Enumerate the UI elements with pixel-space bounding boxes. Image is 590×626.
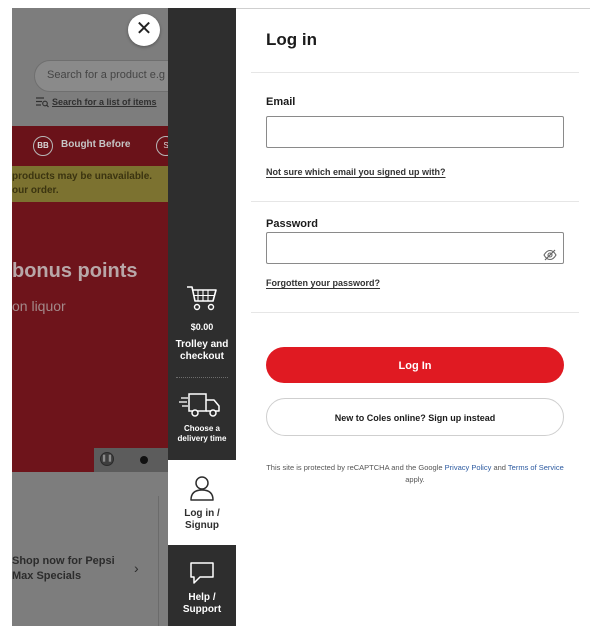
- bg-warning-line2: our order.: [12, 185, 59, 196]
- bg-search-placeholder: Search for a product e.g: [47, 69, 166, 81]
- delivery-truck-icon: [179, 393, 220, 417]
- background-page: Search for a product e.g Search for a li…: [12, 8, 168, 626]
- pause-icon: ❚❚: [100, 452, 114, 466]
- login-label-line1: Log in /: [184, 508, 220, 519]
- nav-badge-2: S: [156, 136, 168, 156]
- bg-warning-banner: products may be unavailable. our order.: [12, 166, 168, 202]
- bg-carousel-controls: ❚❚: [94, 448, 168, 472]
- divider: [251, 72, 579, 73]
- trolley-icon: [187, 286, 217, 311]
- help-chat-icon: [190, 562, 214, 584]
- login-signup-button[interactable]: Log in / Signup: [168, 460, 236, 545]
- terms-of-service-link[interactable]: Terms of Service: [508, 463, 564, 472]
- email-help-link[interactable]: Not sure which email you signed up with?: [266, 167, 446, 177]
- login-title: Log in: [266, 30, 317, 49]
- signup-button[interactable]: New to Coles online? Sign up instead: [266, 398, 564, 436]
- password-label: Password: [266, 218, 318, 230]
- bg-search-list-label: Search for a list of items: [52, 97, 157, 107]
- help-support-button[interactable]: Help / Support: [168, 560, 236, 616]
- eye-slash-icon[interactable]: [543, 249, 557, 261]
- bg-category-nav: BB Bought Before S: [12, 126, 168, 166]
- help-label-line2: Support: [182, 604, 222, 615]
- user-icon: [190, 476, 214, 501]
- bg-warning-line1: products may be unavailable.: [12, 171, 153, 182]
- carousel-dot: [140, 456, 148, 464]
- email-field[interactable]: [266, 116, 564, 148]
- bg-hero-heading: bonus points: [12, 260, 138, 282]
- sidebar-separator: [176, 377, 228, 378]
- login-label-line2: Signup: [185, 520, 219, 531]
- bg-hero-banner: bonus points on liquor: [12, 202, 168, 472]
- login-panel: Log in Email Not sure which email you si…: [236, 8, 590, 626]
- recaptcha-prefix: This site is protected by reCAPTCHA and …: [266, 463, 443, 472]
- bg-hero-subheading: on liquor: [12, 298, 66, 314]
- bg-divider: [158, 496, 159, 626]
- trolley-checkout-button[interactable]: $0.00 Trolley and checkout: [168, 283, 236, 363]
- bg-promo-line1: Shop now for Pepsi: [12, 555, 115, 567]
- trolley-amount: $0.00: [190, 322, 214, 332]
- email-label: Email: [266, 96, 296, 108]
- bg-search-input: Search for a product e.g: [34, 60, 168, 92]
- delivery-label-line2: delivery time: [177, 434, 227, 443]
- forgot-password-link[interactable]: Forgotten your password?: [266, 278, 380, 288]
- delivery-time-button[interactable]: Choose a delivery time: [168, 391, 236, 444]
- delivery-label-line1: Choose a: [183, 424, 220, 433]
- bought-before-badge: BB: [33, 136, 53, 156]
- trolley-label-line2: checkout: [180, 351, 224, 362]
- recaptcha-suffix: apply.: [405, 475, 425, 484]
- recaptcha-notice: This site is protected by reCAPTCHA and …: [264, 462, 566, 486]
- recaptcha-and: and: [493, 463, 506, 472]
- help-label-line1: Help /: [188, 592, 216, 603]
- sidebar: $0.00 Trolley and checkout Choose a deli…: [168, 8, 236, 626]
- bg-promo-line2: Max Specials: [12, 570, 82, 582]
- password-field[interactable]: [266, 232, 564, 264]
- privacy-policy-link[interactable]: Privacy Policy: [445, 463, 492, 472]
- bg-search-list-link: Search for a list of items: [36, 97, 157, 108]
- bought-before-label: Bought Before: [61, 139, 131, 150]
- divider: [251, 312, 579, 313]
- close-button[interactable]: ✕: [128, 14, 160, 46]
- bg-promo-text: Shop now for Pepsi Max Specials: [12, 554, 115, 584]
- login-button[interactable]: Log In: [266, 347, 564, 383]
- search-list-icon: [36, 97, 49, 108]
- chevron-right-icon: ›: [134, 560, 139, 576]
- divider: [251, 201, 579, 202]
- trolley-label-line1: Trolley and: [175, 339, 229, 350]
